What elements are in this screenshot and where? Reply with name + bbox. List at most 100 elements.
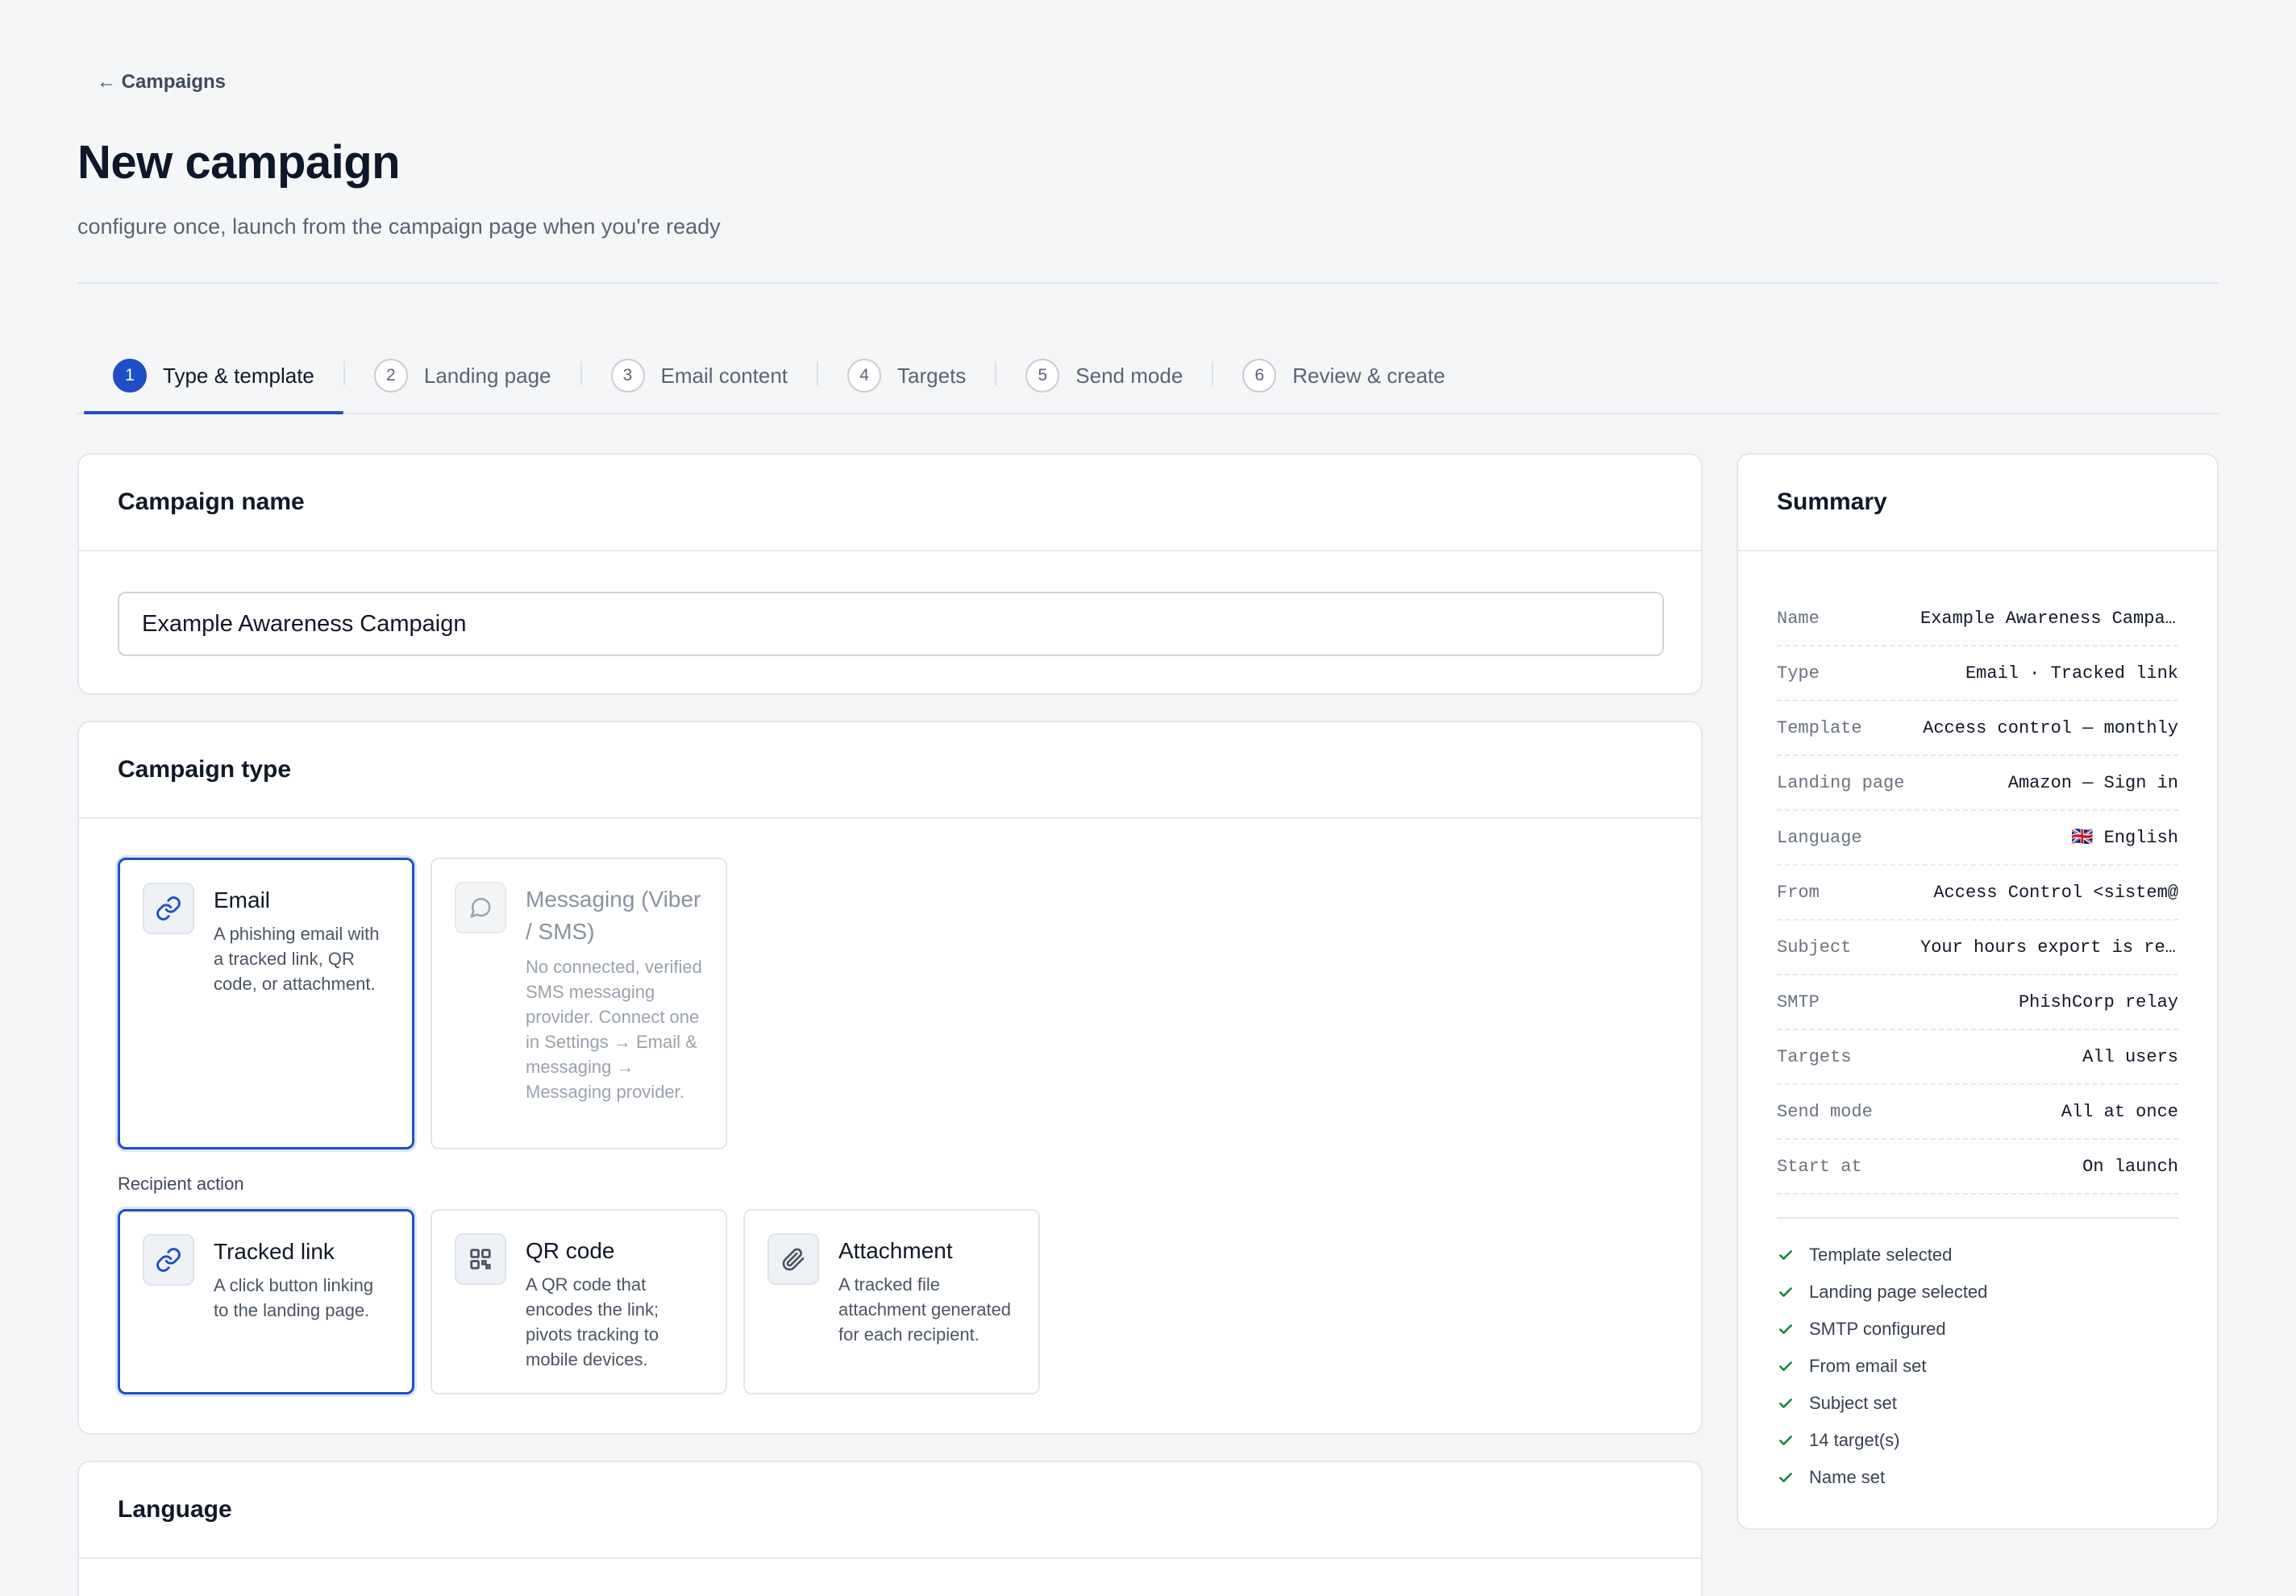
summary-row-template: Template Access control — monthly xyxy=(1777,701,2178,756)
summary-key: Name xyxy=(1777,608,1820,629)
summary-row-send-mode: Send mode All at once xyxy=(1777,1085,2178,1140)
summary-key: Subject xyxy=(1777,937,1852,958)
link-icon xyxy=(143,883,194,934)
option-description: A phishing email with a tracked link, QR… xyxy=(214,924,380,994)
step-landing-page[interactable]: 2 Landing page xyxy=(345,347,580,413)
summary-value: Access control — monthly xyxy=(1923,717,2178,738)
summary-row-name: Name Example Awareness Campaign xyxy=(1777,592,2178,646)
check-label: Name set xyxy=(1809,1467,1886,1487)
check-icon xyxy=(1777,1432,1795,1449)
step-email-content[interactable]: 3 Email content xyxy=(582,347,817,413)
campaign-type-card: Campaign type Email A phishing email wit… xyxy=(77,721,1703,1435)
summary-value: Your hours export is ready xyxy=(1920,937,2178,958)
type-option-messaging: Messaging (Viber / SMS) No connected, ve… xyxy=(430,858,727,1149)
step-label: Type & template xyxy=(163,363,314,388)
check-item: SMTP configured xyxy=(1777,1311,2178,1348)
summary-value: On launch xyxy=(2082,1156,2178,1177)
summary-key: Type xyxy=(1777,663,1820,684)
summary-key: Start at xyxy=(1777,1156,1862,1177)
summary-value: PhishCorp relay xyxy=(2018,991,2178,1012)
summary-key: Template xyxy=(1777,717,1862,738)
step-number: 4 xyxy=(847,359,882,393)
check-label: 14 target(s) xyxy=(1809,1430,1900,1450)
readiness-checklist: Template selected Landing page selected … xyxy=(1777,1236,2178,1496)
summary-row-type: Type Email · Tracked link xyxy=(1777,646,2178,701)
step-label: Review & create xyxy=(1292,363,1445,388)
campaign-name-input[interactable] xyxy=(118,592,1664,656)
back-to-campaigns-link[interactable]: ← Campaigns xyxy=(97,71,226,94)
step-label: Targets xyxy=(897,363,967,388)
check-item: Template selected xyxy=(1777,1236,2178,1274)
step-number: 1 xyxy=(113,359,147,393)
wizard-stepper: 1 Type & template 2 Landing page 3 Email… xyxy=(77,347,2219,414)
summary-value: Access Control <sistem@ xyxy=(1933,882,2178,903)
summary-value: All users xyxy=(2082,1046,2178,1067)
step-review-create[interactable]: 6 Review & create xyxy=(1213,347,1474,413)
option-title: Email xyxy=(214,887,271,912)
check-label: SMTP configured xyxy=(1809,1319,1946,1339)
check-icon xyxy=(1777,1394,1795,1412)
summary-row-subject: Subject Your hours export is ready xyxy=(1777,921,2178,975)
header-divider xyxy=(77,282,2219,284)
action-option-tracked-link[interactable]: Tracked link A click button linking to t… xyxy=(118,1209,414,1394)
summary-value: Example Awareness Campaign xyxy=(1920,608,2178,629)
check-label: From email set xyxy=(1809,1356,1927,1376)
summary-row-targets: Targets All users xyxy=(1777,1030,2178,1085)
step-number: 6 xyxy=(1242,359,1277,393)
summary-key: Landing page xyxy=(1777,772,1905,793)
summary-key: Language xyxy=(1777,827,1862,848)
step-targets[interactable]: 4 Targets xyxy=(818,347,995,413)
summary-row-from: From Access Control <sistem@ xyxy=(1777,866,2178,921)
step-label: Landing page xyxy=(423,363,551,388)
summary-row-smtp: SMTP PhishCorp relay xyxy=(1777,975,2178,1030)
summary-value: All at once xyxy=(2061,1101,2178,1122)
card-heading: Summary xyxy=(1738,455,2217,551)
summary-key: From xyxy=(1777,882,1820,903)
page-title: New campaign xyxy=(77,136,401,189)
check-icon xyxy=(1777,1246,1795,1264)
summary-row-landing-page: Landing page Amazon — Sign in xyxy=(1777,756,2178,811)
summary-panel: Summary Name Example Awareness Campaign T… xyxy=(1737,453,2219,1530)
summary-value: Amazon — Sign in xyxy=(2007,772,2178,793)
summary-value: Email · Tracked link xyxy=(1965,663,2178,684)
option-description: A tracked file attachment generated for … xyxy=(838,1274,1012,1345)
summary-key: Send mode xyxy=(1777,1101,1873,1122)
summary-row-start-at: Start at On launch xyxy=(1777,1140,2178,1195)
option-description: A click button linking to the landing pa… xyxy=(214,1275,374,1320)
step-send-mode[interactable]: 5 Send mode xyxy=(996,347,1212,413)
new-campaign-page: ← Campaigns New campaign configure once,… xyxy=(0,0,2296,1596)
card-heading: Campaign type xyxy=(79,722,1701,819)
link-icon xyxy=(143,1234,194,1286)
language-card: Language xyxy=(77,1461,1703,1596)
check-item: Landing page selected xyxy=(1777,1274,2178,1311)
page-subtitle: configure once, launch from the campaign… xyxy=(77,214,721,239)
check-label: Template selected xyxy=(1809,1245,1953,1265)
summary-divider xyxy=(1777,1217,2178,1219)
summary-key: SMTP xyxy=(1777,991,1820,1012)
check-item: Subject set xyxy=(1777,1385,2178,1422)
recipient-action-label: Recipient action xyxy=(118,1174,244,1194)
check-icon xyxy=(1777,1320,1795,1338)
paperclip-icon xyxy=(767,1233,819,1285)
step-type-template[interactable]: 1 Type & template xyxy=(77,347,343,414)
step-number: 2 xyxy=(373,359,408,393)
option-title: QR code xyxy=(526,1238,615,1263)
chat-bubble-icon xyxy=(455,882,506,933)
summary-row-language: Language 🇬🇧 English xyxy=(1777,811,2178,866)
campaign-name-card: Campaign name xyxy=(77,453,1703,695)
summary-key: Targets xyxy=(1777,1046,1852,1067)
option-title: Tracked link xyxy=(214,1239,335,1264)
card-heading: Language xyxy=(79,1462,1701,1559)
action-option-qr-code[interactable]: QR code A QR code that encodes the link;… xyxy=(430,1209,727,1394)
option-title: Messaging (Viber / SMS) xyxy=(526,887,701,944)
check-icon xyxy=(1777,1469,1795,1486)
check-label: Subject set xyxy=(1809,1393,1897,1413)
check-icon xyxy=(1777,1283,1795,1301)
action-option-attachment[interactable]: Attachment A tracked file attachment gen… xyxy=(743,1209,1040,1394)
check-item: From email set xyxy=(1777,1348,2178,1385)
step-label: Send mode xyxy=(1075,363,1183,388)
option-title: Attachment xyxy=(838,1238,953,1263)
step-number: 3 xyxy=(610,359,645,393)
check-item: Name set xyxy=(1777,1459,2178,1496)
type-option-email[interactable]: Email A phishing email with a tracked li… xyxy=(118,858,414,1149)
